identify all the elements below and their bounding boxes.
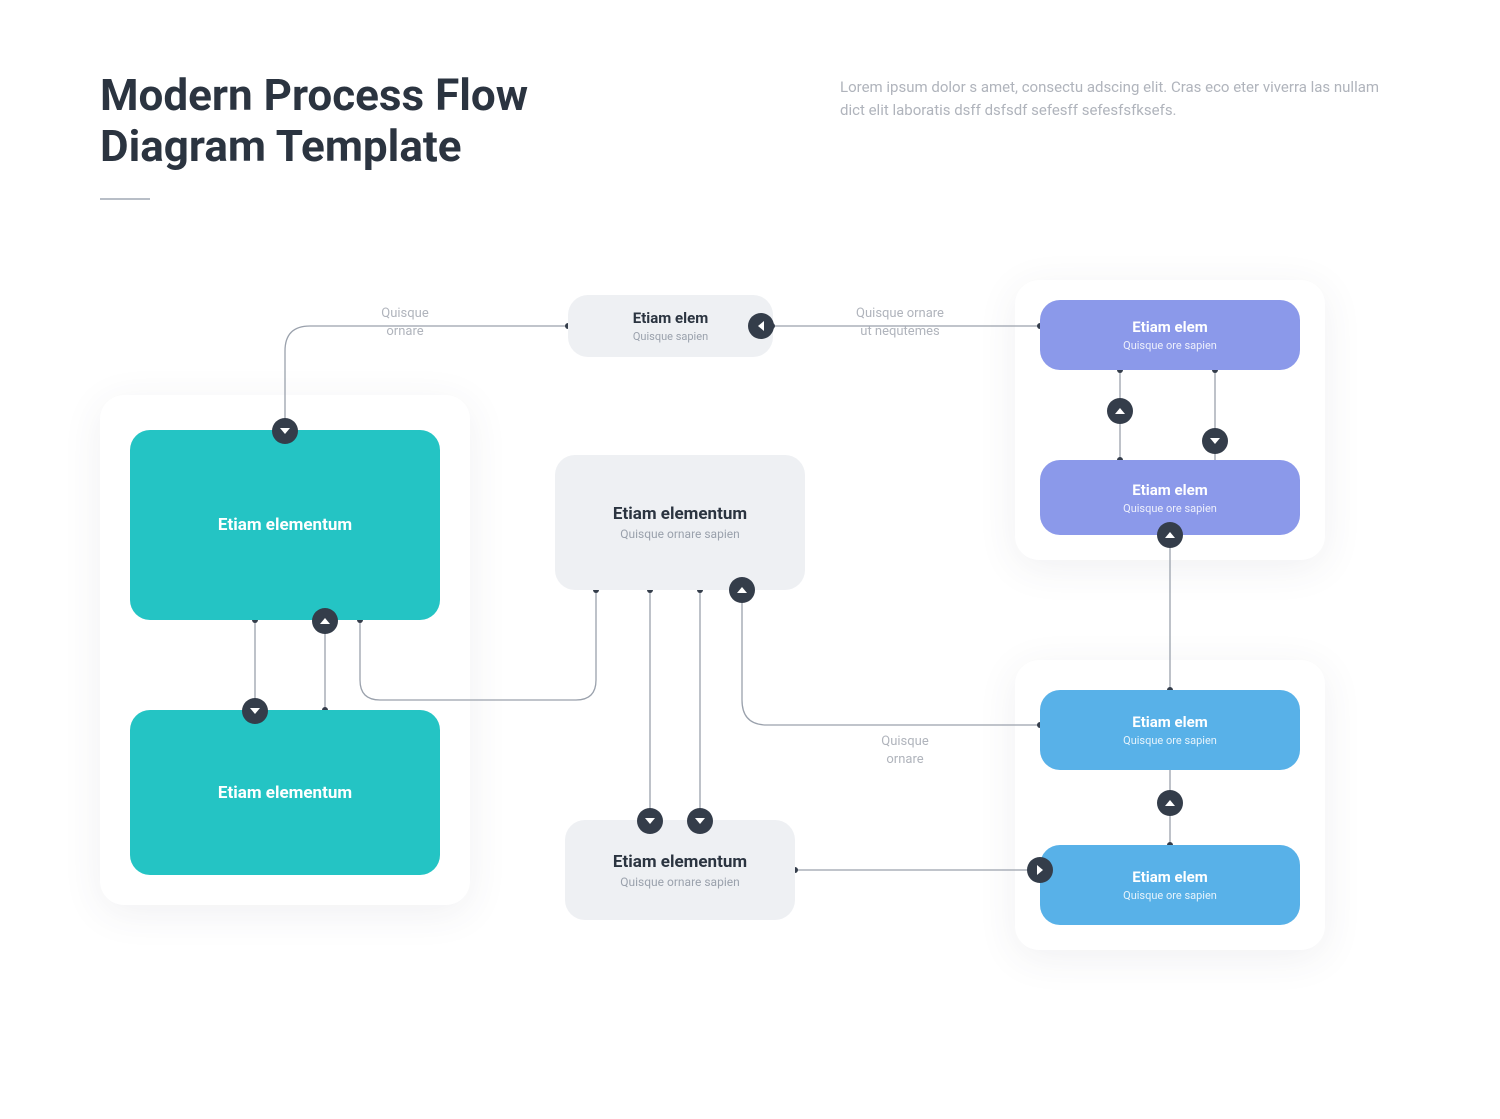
node-grey-top: Etiam elem Quisque sapien: [568, 295, 773, 357]
node-title: Etiam elementum: [613, 504, 747, 524]
node-grey-bot: Etiam elementum Quisque ornare sapien: [565, 820, 795, 920]
node-subtitle: Quisque ore sapien: [1123, 889, 1217, 902]
node-teal-2: Etiam elementum: [130, 710, 440, 875]
node-teal-1: Etiam elementum: [130, 430, 440, 620]
chevron-up-icon: [1107, 398, 1133, 424]
node-title: Etiam elementum: [218, 783, 352, 803]
node-title: Etiam elem: [633, 309, 708, 327]
node-subtitle: Quisque ore sapien: [1123, 734, 1217, 747]
node-subtitle: Quisque sapien: [633, 330, 708, 343]
node-blue-1: Etiam elem Quisque ore sapien: [1040, 690, 1300, 770]
edge-label: Quisqueornare: [850, 733, 960, 768]
node-title: Etiam elem: [1132, 713, 1207, 731]
chevron-up-icon: [1157, 790, 1183, 816]
chevron-down-icon: [272, 418, 298, 444]
node-title: Etiam elementum: [613, 852, 747, 872]
node-title: Etiam elementum: [218, 515, 352, 535]
diagram-canvas: Etiam elem Quisque sapien Etiam elementu…: [0, 0, 1500, 1119]
node-subtitle: Quisque ornare sapien: [620, 527, 739, 541]
node-subtitle: Quisque ore sapien: [1123, 339, 1217, 352]
node-grey-mid: Etiam elementum Quisque ornare sapien: [555, 455, 805, 590]
chevron-up-icon: [729, 577, 755, 603]
node-title: Etiam elem: [1132, 318, 1207, 336]
node-subtitle: Quisque ornare sapien: [620, 875, 739, 889]
node-subtitle: Quisque ore sapien: [1123, 502, 1217, 515]
chevron-down-icon: [1202, 428, 1228, 454]
chevron-up-icon: [312, 608, 338, 634]
chevron-left-icon: [748, 313, 774, 339]
node-purple-1: Etiam elem Quisque ore sapien: [1040, 300, 1300, 370]
chevron-right-icon: [1027, 857, 1053, 883]
edge-label: Quisque ornareut nequtemes: [815, 305, 985, 340]
node-title: Etiam elem: [1132, 481, 1207, 499]
node-title: Etiam elem: [1132, 868, 1207, 886]
edge-label: Quisqueornare: [350, 305, 460, 340]
chevron-down-icon: [637, 808, 663, 834]
chevron-down-icon: [242, 698, 268, 724]
node-blue-2: Etiam elem Quisque ore sapien: [1040, 845, 1300, 925]
chevron-up-icon: [1157, 522, 1183, 548]
chevron-down-icon: [687, 808, 713, 834]
